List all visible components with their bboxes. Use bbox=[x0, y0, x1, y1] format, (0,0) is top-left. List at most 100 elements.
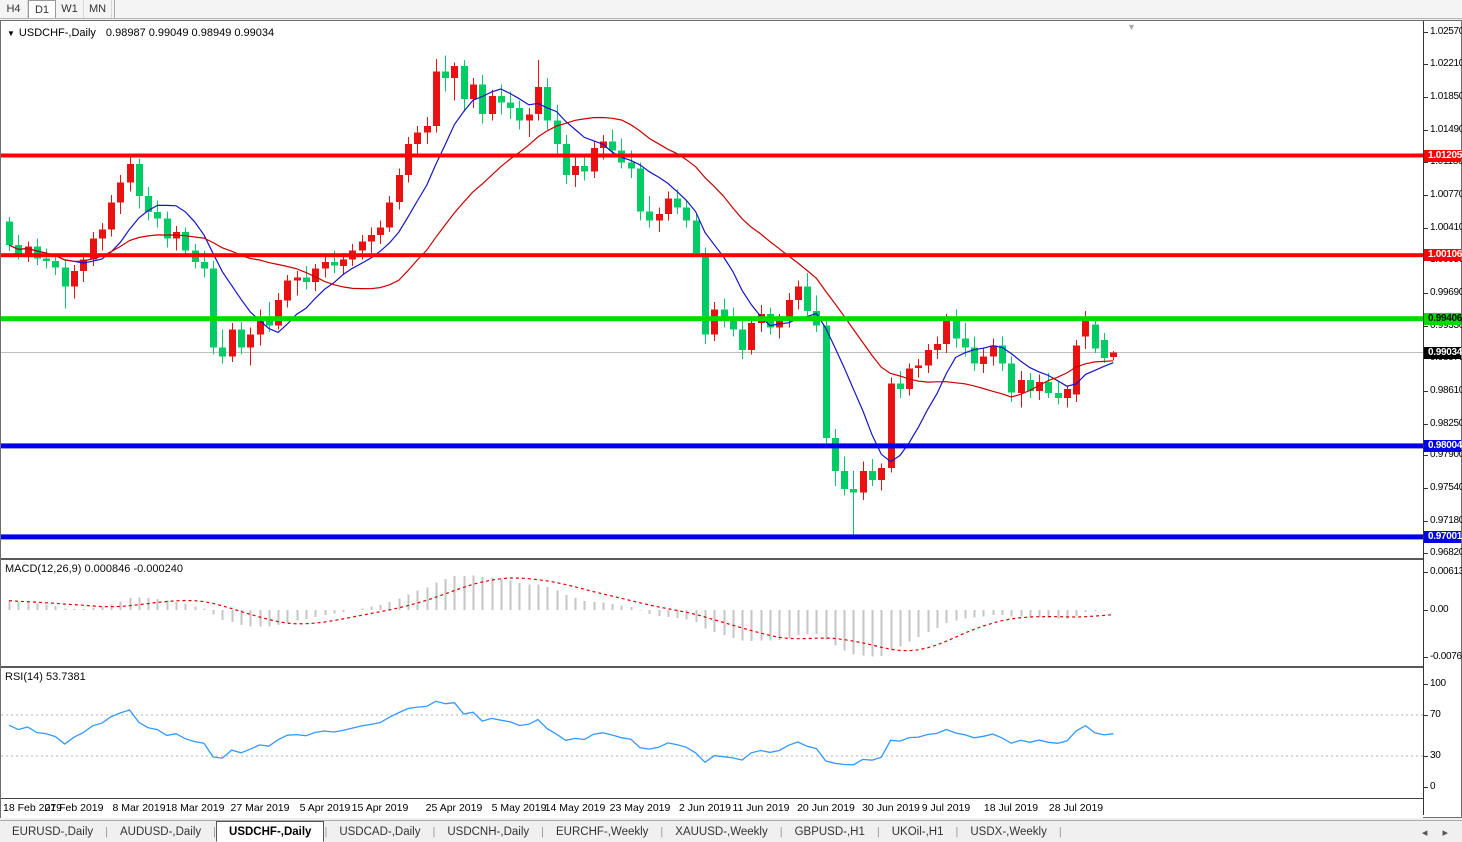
price-level-badge: 0.98004 bbox=[1424, 440, 1461, 452]
tick-mark bbox=[1424, 553, 1428, 554]
toolbar-separator bbox=[114, 0, 115, 18]
rsi-pane[interactable]: RSI(14) 53.7381 bbox=[1, 668, 1423, 798]
timeframe-button-w1[interactable]: W1 bbox=[56, 0, 84, 18]
tab-ukoil-h1[interactable]: UKOil-,H1 bbox=[880, 823, 956, 841]
tick-mark bbox=[1424, 424, 1428, 425]
chart-window: ▼ USDCHF-,Daily 0.98987 0.99049 0.98949 0.… bbox=[0, 20, 1462, 818]
price-tick-label: 0.97180 bbox=[1424, 515, 1461, 527]
timeframe-toolbar: H4D1W1MN bbox=[0, 0, 1462, 19]
macd-min-label: -0.007612 bbox=[1424, 651, 1461, 663]
rsi-tick-label: 100 bbox=[1424, 678, 1461, 690]
date-tick-label: 5 May 2019 bbox=[492, 802, 547, 814]
date-tick-label: 11 Jun 2019 bbox=[732, 802, 789, 814]
price-level-badge: 0.99406 bbox=[1424, 313, 1461, 325]
tick-mark bbox=[1424, 572, 1428, 573]
macd-signal-value: -0.000240 bbox=[133, 563, 183, 575]
tab-usdx-weekly[interactable]: USDX-,Weekly bbox=[958, 823, 1058, 841]
date-tick-label: 5 Apr 2019 bbox=[300, 802, 351, 814]
price-level-badge: 1.00106 bbox=[1424, 249, 1461, 261]
tab-usdcnh-daily[interactable]: USDCNH-,Daily bbox=[435, 823, 541, 841]
horizontal-level-line bbox=[1, 443, 1423, 448]
tick-mark bbox=[1424, 610, 1428, 611]
chart-shift-marker-icon[interactable]: ▼ bbox=[1127, 22, 1136, 32]
date-tick-label: 28 Jul 2019 bbox=[1049, 802, 1103, 814]
tick-mark bbox=[1424, 684, 1428, 685]
tick-mark bbox=[1424, 97, 1428, 98]
horizontal-level-line bbox=[1, 154, 1423, 158]
timeframe-button-mn[interactable]: MN bbox=[84, 0, 112, 18]
tab-usdchf-daily[interactable]: USDCHF-,Daily bbox=[216, 821, 324, 842]
tab-usdcad-daily[interactable]: USDCAD-,Daily bbox=[327, 823, 432, 841]
macd-pane[interactable]: MACD(12,26,9) 0.000846 -0.000240 bbox=[1, 560, 1423, 666]
price-tick-label: 1.00410 bbox=[1424, 222, 1461, 234]
tab-scroll-arrows[interactable]: ◂ ▸ bbox=[1422, 826, 1454, 839]
tick-mark bbox=[1424, 326, 1428, 327]
ohlc-values: 0.98987 0.99049 0.98949 0.99034 bbox=[106, 27, 274, 39]
tick-mark bbox=[1424, 64, 1428, 65]
tick-mark bbox=[1424, 715, 1428, 716]
horizontal-level-line bbox=[1, 253, 1423, 257]
date-tick-label: 8 Mar 2019 bbox=[112, 802, 165, 814]
rsi-tick-label: 70 bbox=[1424, 709, 1461, 721]
tick-mark bbox=[1424, 228, 1428, 229]
date-tick-label: 27 Feb 2019 bbox=[45, 802, 104, 814]
tick-mark bbox=[1424, 162, 1428, 163]
mt4-window: H4D1W1MN ▼ USDCHF-,Daily 0.98987 0.99049 0… bbox=[0, 0, 1462, 842]
price-tick-label: 0.98250 bbox=[1424, 418, 1461, 430]
date-tick-label: 30 Jun 2019 bbox=[862, 802, 920, 814]
tab-separator: | bbox=[1059, 826, 1062, 838]
tick-mark bbox=[1424, 195, 1428, 196]
date-tick-label: 15 Apr 2019 bbox=[352, 802, 409, 814]
tick-mark bbox=[1424, 130, 1428, 131]
date-tick-label: 27 Mar 2019 bbox=[231, 802, 290, 814]
macd-label: MACD(12,26,9) 0.000846 -0.000240 bbox=[5, 563, 183, 575]
price-tick-label: 0.98610 bbox=[1424, 385, 1461, 397]
chart-tabs-bar: EURUSD-,Daily|AUDUSD-,Daily|USDCHF-,Dail… bbox=[0, 820, 1462, 842]
tab-gbpusd-h1[interactable]: GBPUSD-,H1 bbox=[783, 823, 877, 841]
tick-mark bbox=[1424, 391, 1428, 392]
tick-mark bbox=[1424, 657, 1428, 658]
price-level-badge: 0.97001 bbox=[1424, 531, 1461, 543]
macd-zero-label: 0.00 bbox=[1424, 604, 1461, 616]
horizontal-level-line bbox=[1, 534, 1423, 539]
timeframe-button-h4[interactable]: H4 bbox=[0, 0, 28, 18]
tab-xauusd-weekly[interactable]: XAUUSD-,Weekly bbox=[663, 823, 779, 841]
symbol-timeframe-label: USDCHF-,Daily bbox=[19, 27, 96, 39]
horizontal-level-line bbox=[1, 316, 1423, 321]
ma-fast-line bbox=[9, 89, 1113, 462]
date-axis[interactable]: 18 Feb 201927 Feb 20198 Mar 201918 Mar 2… bbox=[1, 798, 1423, 818]
tick-mark bbox=[1424, 521, 1428, 522]
price-level-badge: 1.01205 bbox=[1424, 150, 1461, 162]
tick-mark bbox=[1424, 787, 1428, 788]
timeframe-button-d1[interactable]: D1 bbox=[28, 0, 56, 18]
tab-eurusd-daily[interactable]: EURUSD-,Daily bbox=[0, 823, 105, 841]
tick-mark bbox=[1424, 293, 1428, 294]
tick-mark bbox=[1424, 32, 1428, 33]
tick-mark bbox=[1424, 455, 1428, 456]
date-tick-label: 9 Jul 2019 bbox=[922, 802, 970, 814]
price-tick-label: 1.01490 bbox=[1424, 124, 1461, 136]
tab-eurchf-weekly[interactable]: EURCHF-,Weekly bbox=[544, 823, 660, 841]
symbol-dropdown-icon[interactable]: ▼ bbox=[7, 29, 15, 38]
tab-audusd-daily[interactable]: AUDUSD-,Daily bbox=[108, 823, 213, 841]
rsi-value: 53.7381 bbox=[46, 671, 86, 683]
main-chart-pane[interactable]: ▼ USDCHF-,Daily 0.98987 0.99049 0.98949 0.… bbox=[1, 22, 1423, 558]
ma-slow-line bbox=[9, 118, 1113, 398]
chart-title: ▼ USDCHF-,Daily 0.98987 0.99049 0.98949 0.… bbox=[7, 27, 274, 39]
date-tick-label: 14 May 2019 bbox=[545, 802, 606, 814]
price-axis[interactable]: 1.025701.022101.018501.014901.011301.007… bbox=[1423, 21, 1461, 815]
macd-max-label: 0.00613 bbox=[1424, 566, 1461, 578]
price-tick-label: 0.97540 bbox=[1424, 482, 1461, 494]
price-tick-label: 1.02570 bbox=[1424, 26, 1461, 38]
price-tick-label: 0.99690 bbox=[1424, 287, 1461, 299]
date-tick-label: 25 Apr 2019 bbox=[426, 802, 483, 814]
date-tick-label: 23 May 2019 bbox=[610, 802, 671, 814]
macd-signal-line bbox=[9, 578, 1113, 651]
price-tick-label: 1.01850 bbox=[1424, 91, 1461, 103]
current-price-badge: 0.99034 bbox=[1424, 347, 1461, 359]
rsi-tick-label: 0 bbox=[1424, 781, 1461, 793]
price-tick-label: 0.96820 bbox=[1424, 547, 1461, 559]
rsi-line bbox=[9, 701, 1113, 765]
rsi-tick-label: 30 bbox=[1424, 750, 1461, 762]
tick-mark bbox=[1424, 756, 1428, 757]
